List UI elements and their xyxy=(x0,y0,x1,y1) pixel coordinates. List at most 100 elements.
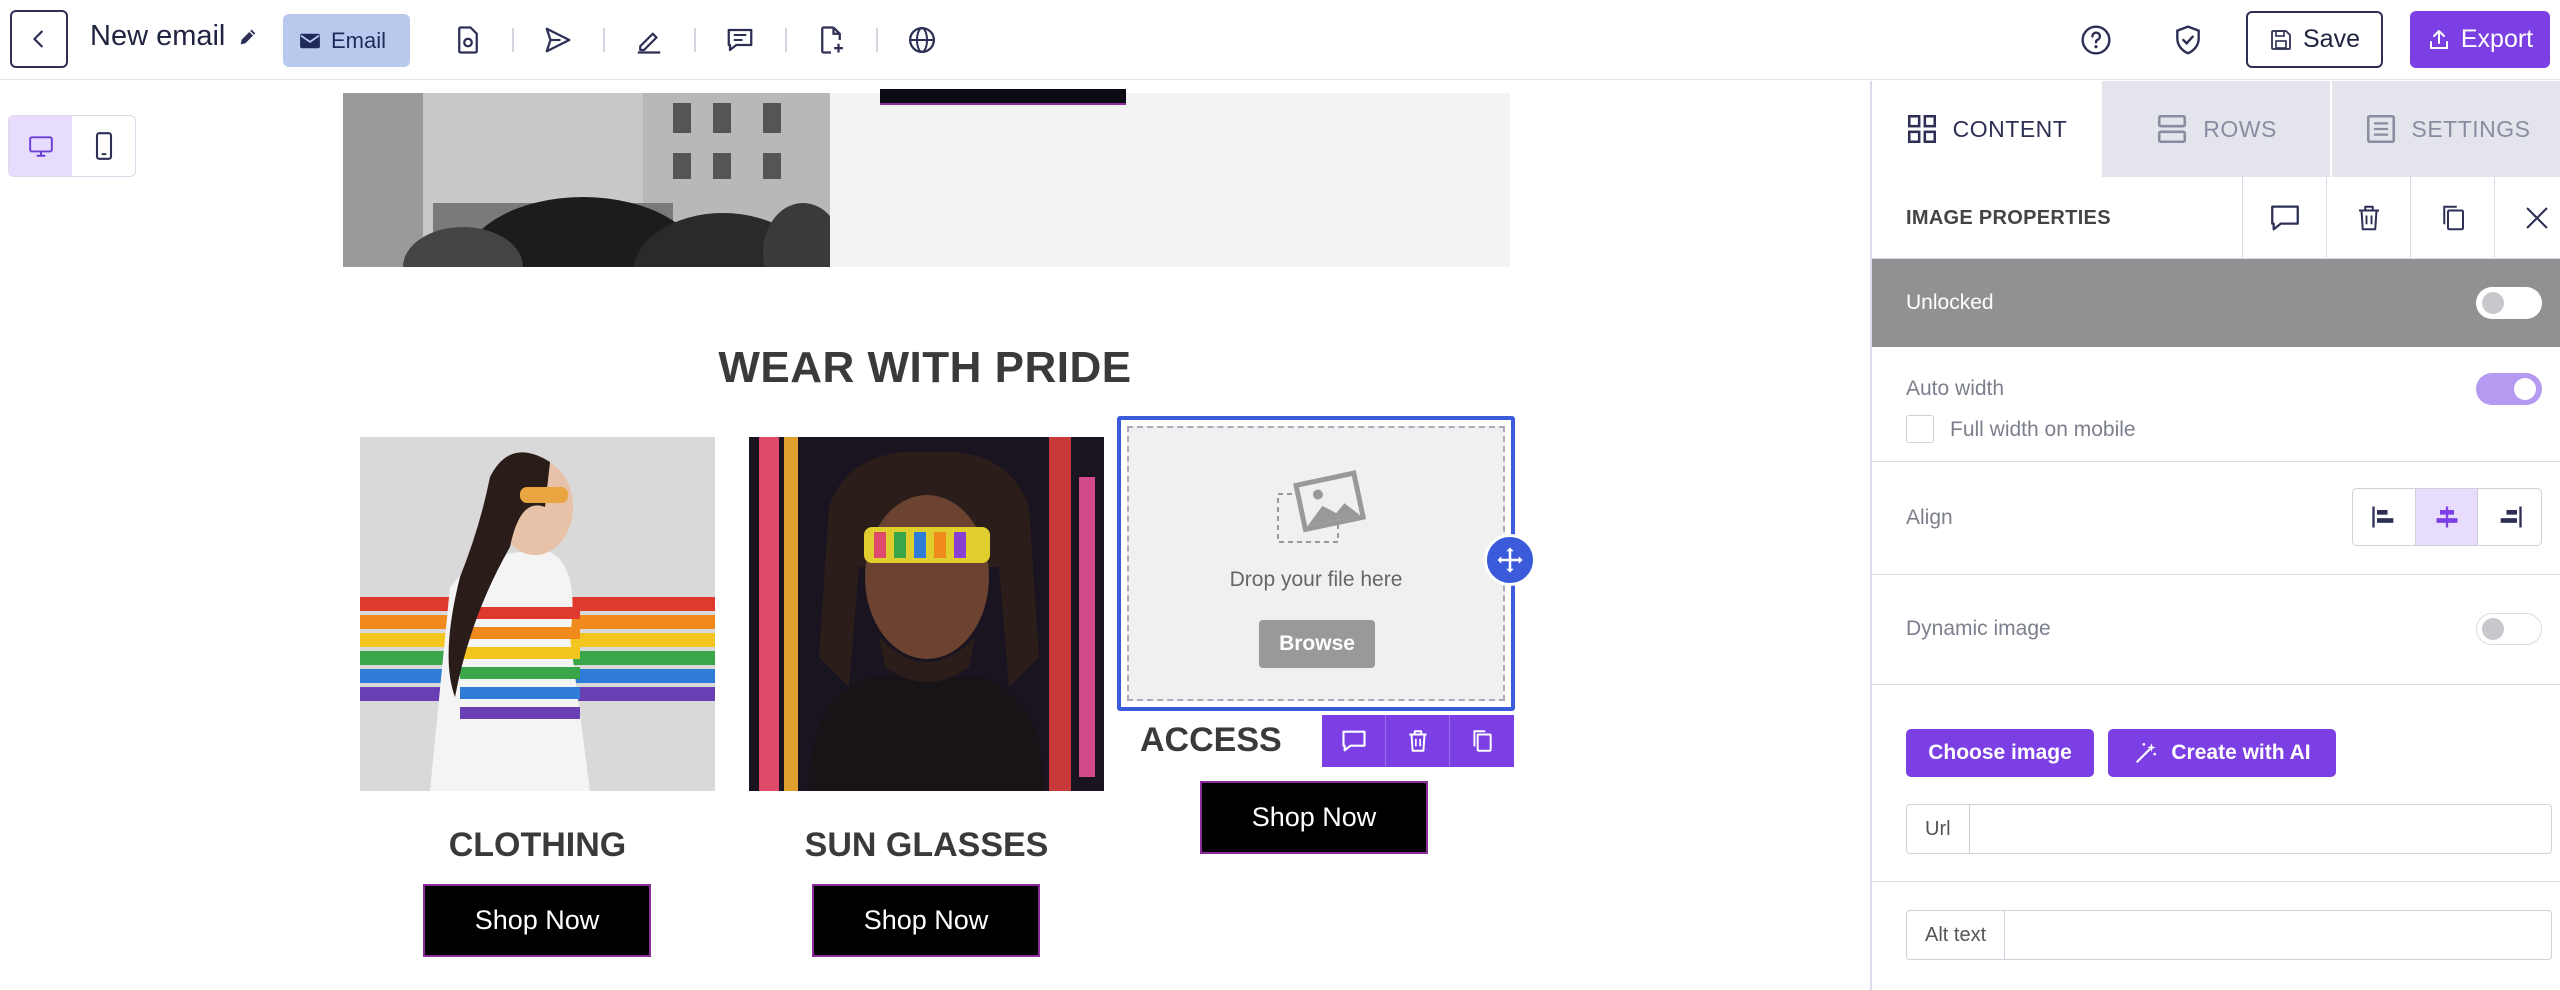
shop-now-button-accessories[interactable]: Shop Now xyxy=(1200,781,1428,854)
document-title-text: New email xyxy=(90,20,226,52)
image-placeholder-icon xyxy=(1277,470,1366,543)
product-image-clothing[interactable] xyxy=(360,437,715,791)
tab-settings[interactable]: SETTINGS xyxy=(2332,81,2560,177)
chevron-left-icon xyxy=(33,30,43,48)
browse-button[interactable]: Browse xyxy=(1259,620,1375,668)
mobile-view-button[interactable] xyxy=(72,116,135,176)
panel-duplicate-button[interactable] xyxy=(2410,177,2494,259)
grid-icon xyxy=(1907,114,1936,144)
url-input[interactable] xyxy=(1970,805,2551,853)
comment-tool[interactable] xyxy=(718,18,762,62)
settings-list-icon xyxy=(2366,114,2395,144)
dynamic-image-toggle[interactable] xyxy=(2476,613,2542,645)
copy-icon xyxy=(2442,205,2464,231)
add-page-tool[interactable] xyxy=(809,18,853,62)
align-label: Align xyxy=(1906,506,1953,529)
create-with-ai-button[interactable]: Create with AI xyxy=(2108,729,2336,777)
block-duplicate-button[interactable] xyxy=(1450,715,1514,767)
check-button[interactable] xyxy=(2166,18,2210,62)
dynamic-image-section: Dynamic image xyxy=(1872,575,2560,685)
file-settings-tool[interactable] xyxy=(446,18,490,62)
hero-button[interactable] xyxy=(880,89,1126,105)
shop-now-button-sunglasses[interactable]: Shop Now xyxy=(812,884,1040,957)
block-comment-button[interactable] xyxy=(1322,715,1386,767)
envelope-icon xyxy=(300,33,320,48)
desktop-icon xyxy=(28,136,53,157)
panel-close-button[interactable] xyxy=(2494,177,2560,259)
device-preview-toggle xyxy=(8,115,136,177)
product-name-sunglasses[interactable]: SUN GLASSES xyxy=(749,826,1104,865)
shield-check-icon xyxy=(2176,25,2200,55)
dynamic-image-label: Dynamic image xyxy=(1906,617,2051,640)
clothing-photo xyxy=(360,437,715,791)
full-width-mobile-label: Full width on mobile xyxy=(1950,418,2136,441)
panel-title-row: IMAGE PROPERTIES xyxy=(1872,177,2560,259)
language-tool[interactable] xyxy=(900,18,944,62)
save-button[interactable]: Save xyxy=(2246,11,2383,68)
back-button[interactable] xyxy=(10,10,68,68)
alt-text-label: Alt text xyxy=(1907,911,2006,959)
comment-icon xyxy=(1341,730,1366,752)
email-type-label: Email xyxy=(331,27,387,53)
move-handle[interactable] xyxy=(1484,534,1536,586)
file-settings-icon xyxy=(458,26,478,54)
help-button[interactable] xyxy=(2074,18,2118,62)
email-type-badge[interactable]: Email xyxy=(283,14,411,67)
auto-width-toggle[interactable] xyxy=(2476,373,2542,405)
lock-row: Unlocked xyxy=(1872,259,2560,347)
product-name-accessories[interactable]: ACCESS xyxy=(1140,721,1340,760)
alt-text-input[interactable] xyxy=(2005,911,2551,959)
shop-now-button-clothing[interactable]: Shop Now xyxy=(423,884,651,957)
send-icon xyxy=(545,27,571,53)
width-section: Auto width Full width on mobile xyxy=(1872,347,2560,462)
move-arrows-icon xyxy=(1497,547,1523,573)
sunglasses-photo xyxy=(749,437,1104,791)
selected-image-block[interactable]: Drop your file here Browse xyxy=(1117,416,1515,711)
tab-content[interactable]: CONTENT xyxy=(1872,81,2103,177)
trash-icon xyxy=(1408,730,1427,752)
copy-icon xyxy=(1473,730,1492,752)
question-circle-icon xyxy=(2081,25,2111,55)
tab-settings-label: SETTINGS xyxy=(2411,115,2531,142)
product-name-clothing[interactable]: CLOTHING xyxy=(360,826,715,865)
close-icon xyxy=(2526,207,2547,229)
choose-image-button[interactable]: Choose image xyxy=(1906,729,2094,777)
export-button[interactable]: Export xyxy=(2410,11,2550,68)
hero-text-panel xyxy=(830,93,1510,267)
lock-toggle[interactable] xyxy=(2476,287,2542,319)
align-center-button[interactable] xyxy=(2415,489,2479,545)
tab-rows[interactable]: ROWS xyxy=(2102,81,2333,177)
email-canvas: WEAR WITH PRIDE CLOTHING Shop Now SUN GL… xyxy=(0,81,1870,990)
document-title[interactable]: New email xyxy=(90,20,259,53)
auto-width-label: Auto width xyxy=(1906,377,2005,400)
align-right-icon xyxy=(2500,506,2522,528)
pencil-icon[interactable] xyxy=(237,26,259,48)
product-image-sunglasses[interactable] xyxy=(749,437,1104,791)
file-plus-icon xyxy=(821,26,843,54)
pen-icon xyxy=(637,32,661,54)
file-drop-zone[interactable]: Drop your file here Browse xyxy=(1127,426,1505,701)
export-label: Export xyxy=(2460,25,2534,53)
align-right-button[interactable] xyxy=(2478,489,2541,545)
comment-icon xyxy=(2270,205,2299,231)
panel-delete-button[interactable] xyxy=(2326,177,2410,259)
rows-icon xyxy=(2158,114,2187,144)
hero-image[interactable] xyxy=(343,93,830,267)
panel-title: IMAGE PROPERTIES xyxy=(1906,207,2111,229)
send-tool[interactable] xyxy=(536,18,580,62)
create-with-ai-label: Create with AI xyxy=(2171,741,2311,764)
block-delete-button[interactable] xyxy=(1386,715,1450,767)
upload-icon xyxy=(2429,29,2448,49)
panel-tabs: CONTENT ROWS SETTINGS xyxy=(1872,81,2560,177)
section-title[interactable]: WEAR WITH PRIDE xyxy=(530,343,1320,393)
panel-comment-button[interactable] xyxy=(2242,177,2326,259)
url-field: Url xyxy=(1906,804,2552,854)
full-width-mobile-checkbox[interactable] xyxy=(1906,415,1934,443)
desktop-view-button[interactable] xyxy=(9,116,72,176)
align-section: Align xyxy=(1872,462,2560,575)
top-bar: New email Email Save Export xyxy=(0,0,2560,80)
align-left-button[interactable] xyxy=(2353,489,2416,545)
floppy-disk-icon xyxy=(2271,29,2291,50)
alt-text-field: Alt text xyxy=(1906,910,2552,960)
pen-tool[interactable] xyxy=(627,18,671,62)
